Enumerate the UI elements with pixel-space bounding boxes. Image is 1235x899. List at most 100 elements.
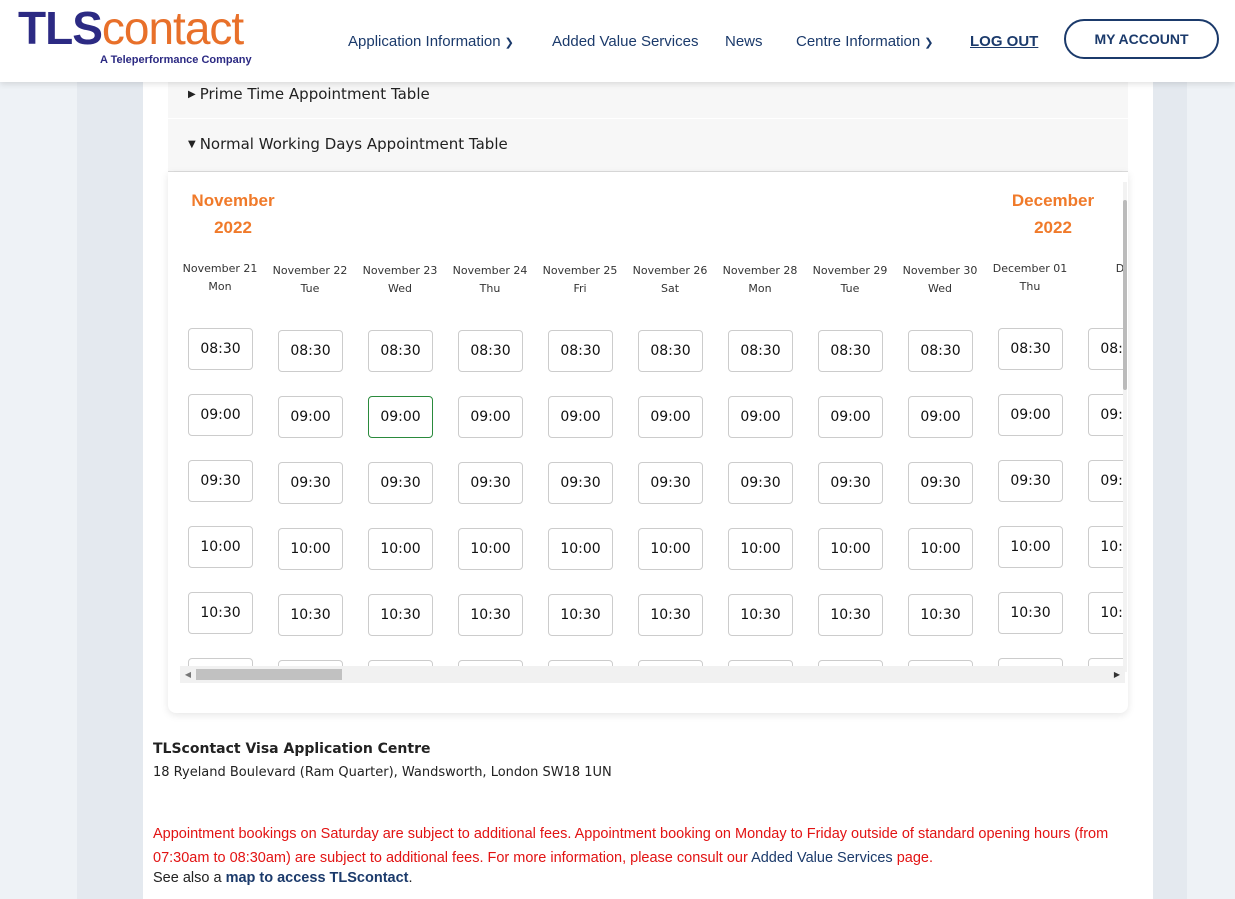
time-slot-button[interactable]: 10:00 [638, 528, 703, 570]
time-slot-button[interactable]: 09:30 [278, 462, 343, 504]
day-weekday: Tue [840, 282, 860, 295]
time-slot-button[interactable]: 09:30 [818, 462, 883, 504]
time-slot-button[interactable]: 08:30 [908, 330, 973, 372]
notice-suffix: page. [896, 850, 933, 866]
day-date: November 26 [632, 264, 708, 277]
nav-label: News [725, 33, 763, 50]
time-slot-button[interactable]: 09:00 [728, 396, 793, 438]
vertical-scrollbar-thumb[interactable] [1123, 200, 1127, 390]
time-slot-button[interactable]: 09:00 [188, 394, 253, 436]
time-slot-button[interactable]: 08:30 [368, 330, 433, 372]
nav-added-value-services[interactable]: Added Value Services [552, 33, 698, 50]
time-slot-button[interactable]: 10:00 [1088, 526, 1125, 568]
accordion-title: Normal Working Days Appointment Table [199, 135, 508, 153]
tlscontact-logo[interactable]: TLScontact A Teleperformance Company [18, 2, 252, 66]
day-header: December 01 Thu [985, 260, 1075, 296]
day-weekday: Fri [573, 282, 587, 295]
time-slot-button[interactable]: 10:30 [908, 594, 973, 636]
time-slot-button[interactable]: 08:30 [278, 330, 343, 372]
time-slot-button[interactable]: 10:30 [818, 594, 883, 636]
time-slot-button[interactable]: 10:00 [278, 528, 343, 570]
time-slot-button[interactable]: 09:30 [908, 462, 973, 504]
time-slot-button[interactable]: 10:00 [998, 526, 1063, 568]
time-slot-button[interactable]: 08:30 [818, 330, 883, 372]
nav-centre-information[interactable]: Centre Information ❯ [796, 33, 933, 50]
time-slot-button[interactable]: 09:00 [368, 396, 433, 438]
time-slot-button[interactable]: 10:30 [368, 594, 433, 636]
caret-down-icon: ▼ [188, 139, 196, 150]
day-header: November 30 Wed [895, 262, 985, 298]
prime-time-accordion[interactable]: ▶ Prime Time Appointment Table [168, 82, 1128, 118]
time-slot-button[interactable]: 10:00 [908, 528, 973, 570]
fees-notice: Appointment bookings on Saturday are sub… [153, 822, 1138, 870]
time-slot-button[interactable]: 10:30 [728, 594, 793, 636]
time-slot-button[interactable]: 10:30 [998, 592, 1063, 634]
time-slot-button[interactable]: 10:00 [458, 528, 523, 570]
time-slot-button[interactable]: 08:30 [1088, 328, 1125, 370]
day-date: November 24 [452, 264, 528, 277]
log-out-link[interactable]: LOG OUT [970, 33, 1038, 50]
time-slot-button[interactable]: 10:30 [638, 594, 703, 636]
centre-address: 18 Ryeland Boulevard (Ram Quarter), Wand… [153, 765, 612, 780]
scroll-right-arrow-icon[interactable]: ▶ [1109, 666, 1125, 683]
time-slot-button[interactable]: 10:00 [548, 528, 613, 570]
time-slot-button[interactable]: 09:30 [368, 462, 433, 504]
logo-tagline: A Teleperformance Company [100, 54, 252, 66]
time-slot-button[interactable]: 08:30 [548, 330, 613, 372]
day-weekday: Sat [660, 282, 680, 295]
chevron-down-icon: ❯ [504, 37, 514, 49]
time-slot-button[interactable]: 09:00 [1088, 394, 1125, 436]
time-slot-button[interactable]: 09:00 [908, 396, 973, 438]
time-slot-button[interactable]: 09:00 [818, 396, 883, 438]
see-also-suffix: . [408, 870, 413, 886]
day-header: November 24 Thu [445, 262, 535, 298]
time-slot-button[interactable]: 10:00 [188, 526, 253, 568]
time-slot-button[interactable]: 08:30 [638, 330, 703, 372]
day-date: December 01 [992, 262, 1068, 275]
added-value-services-link[interactable]: Added Value Services [751, 850, 893, 866]
see-also-prefix: See also a [153, 870, 222, 886]
time-slot-button[interactable]: 09:30 [638, 462, 703, 504]
nav-application-information[interactable]: Application Information ❯ [348, 33, 514, 50]
time-slot-button[interactable]: 10:30 [188, 592, 253, 634]
month-header-november: November 2022 [183, 187, 283, 241]
time-slot-button[interactable]: 10:30 [1088, 592, 1125, 634]
time-slot-button[interactable]: 08:30 [458, 330, 523, 372]
day-header: November 21 Mon [180, 260, 265, 296]
time-slot-button[interactable]: 09:00 [548, 396, 613, 438]
time-slot-button[interactable]: 10:00 [818, 528, 883, 570]
time-slot-button[interactable]: 09:30 [998, 460, 1063, 502]
time-slot-button[interactable]: 10:00 [728, 528, 793, 570]
time-slot-button[interactable]: 08:30 [728, 330, 793, 372]
day-header: November 29 Tue [805, 262, 895, 298]
day-weekday: Wed [928, 282, 952, 295]
site-header: TLScontact A Teleperformance Company App… [0, 0, 1235, 82]
time-slot-button[interactable]: 10:30 [278, 594, 343, 636]
time-slot-button[interactable]: 09:30 [728, 462, 793, 504]
day-header: November 23 Wed [355, 262, 445, 298]
time-slot-button[interactable]: 09:00 [458, 396, 523, 438]
my-account-button[interactable]: MY ACCOUNT [1064, 19, 1219, 59]
time-slot-button[interactable]: 10:30 [458, 594, 523, 636]
time-slot-button[interactable]: 09:00 [998, 394, 1063, 436]
appointment-table-viewport[interactable]: November 2022 December 2022 November 21 M… [180, 182, 1125, 672]
day-date: November 21 [182, 262, 258, 275]
time-slot-button[interactable]: 09:00 [638, 396, 703, 438]
horizontal-scrollbar[interactable]: ◀ ▶ [180, 666, 1125, 683]
time-slot-button[interactable]: 08:30 [188, 328, 253, 370]
logo-tls: TLS [18, 2, 103, 54]
time-slot-button[interactable]: 09:00 [278, 396, 343, 438]
time-slot-button[interactable]: 10:30 [548, 594, 613, 636]
map-link[interactable]: map to access TLScontact [226, 870, 409, 886]
time-slot-button[interactable]: 08:30 [998, 328, 1063, 370]
time-slot-button[interactable]: 10:00 [368, 528, 433, 570]
time-slot-button[interactable]: 09:30 [188, 460, 253, 502]
time-slot-button[interactable]: 09:30 [1088, 460, 1125, 502]
time-slot-button[interactable]: 09:30 [548, 462, 613, 504]
scroll-left-arrow-icon[interactable]: ◀ [180, 666, 196, 683]
horizontal-scrollbar-thumb[interactable] [196, 669, 342, 680]
month-header-december: December 2022 [1003, 187, 1103, 241]
normal-days-accordion[interactable]: ▼ Normal Working Days Appointment Table [168, 119, 1128, 172]
time-slot-button[interactable]: 09:30 [458, 462, 523, 504]
nav-news[interactable]: News [725, 33, 763, 50]
